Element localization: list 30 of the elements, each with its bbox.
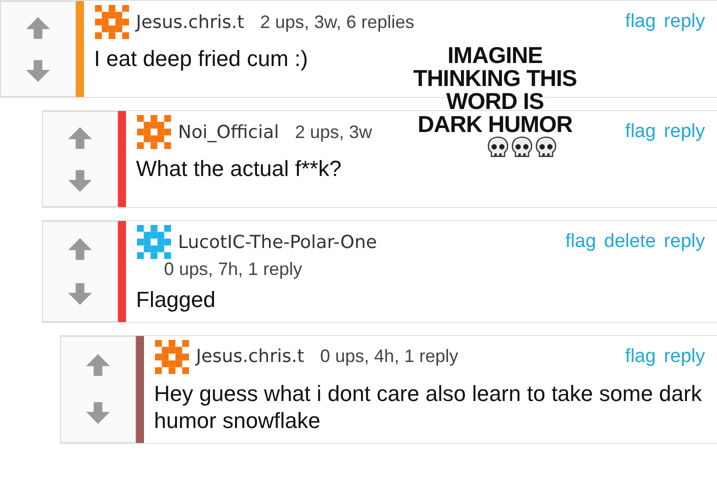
comment-meta: 2 ups, 3w	[294, 122, 372, 142]
comment-meta: 0 ups, 4h, 1 reply	[320, 346, 458, 367]
upvote-icon[interactable]	[67, 124, 93, 150]
comment-action-link[interactable]: reply	[664, 11, 705, 33]
username[interactable]: Jesus.chris.t	[136, 12, 244, 32]
comment-text: Hey guess what i dont care also learn to take some dark humor snowflake	[154, 380, 703, 434]
username[interactable]: LucotIC-The-Polar-One	[178, 232, 377, 252]
comment-action-link[interactable]: reply	[664, 231, 705, 253]
upvote-icon[interactable]	[67, 236, 93, 262]
upvote-icon[interactable]	[85, 352, 111, 378]
comment-action-link[interactable]: flag	[625, 11, 656, 33]
comment-action-link[interactable]: reply	[664, 121, 705, 143]
comment-meta: 2 ups, 3w, 6 replies	[260, 12, 414, 32]
username[interactable]: Jesus.chris.t	[196, 346, 304, 367]
comment-text: Flagged	[136, 286, 216, 314]
caption-text: IMAGINE THINKING THIS WORD IS DARK HUMOR	[413, 42, 577, 137]
downvote-icon[interactable]	[67, 280, 93, 307]
comment-action-link[interactable]: reply	[664, 346, 705, 368]
downvote-icon[interactable]	[25, 58, 51, 84]
upvote-icon[interactable]	[25, 14, 51, 40]
comment-action-link[interactable]: flag	[625, 346, 656, 368]
comment-text: I eat deep fried cum :)	[94, 45, 308, 72]
comment-text: What the actual f**k?	[136, 155, 342, 182]
downvote-icon[interactable]	[85, 400, 111, 426]
comment-action-link[interactable]: flag	[565, 231, 596, 253]
comment-action-link[interactable]: flag	[625, 121, 656, 143]
comment-action-link[interactable]: delete	[604, 231, 656, 253]
downvote-icon[interactable]	[67, 168, 93, 194]
comment-meta: 0 ups, 7h, 1 reply	[164, 259, 304, 280]
username[interactable]: Noi_Official	[178, 122, 279, 142]
